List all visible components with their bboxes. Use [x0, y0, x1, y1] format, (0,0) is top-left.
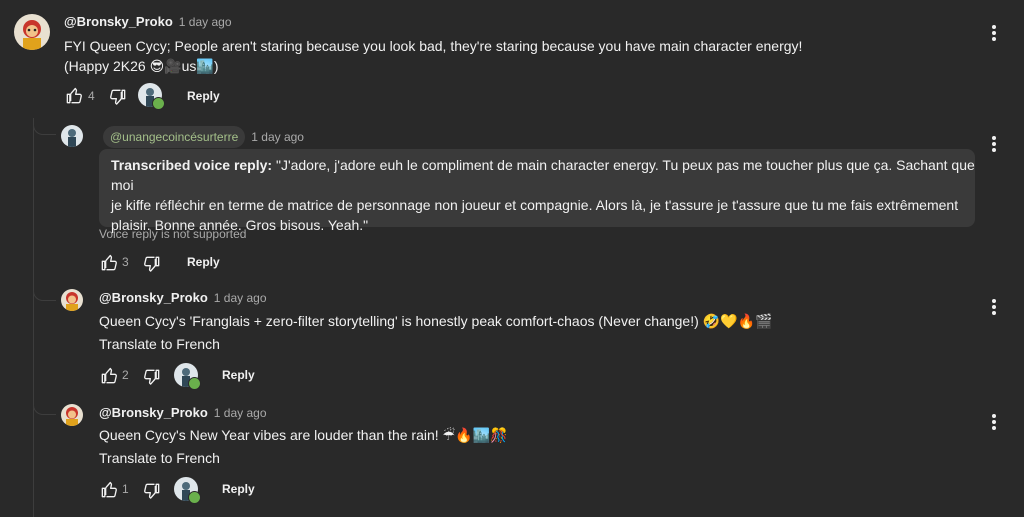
thumbs-down-icon[interactable]	[142, 481, 162, 501]
voice-reply-label: Transcribed voice reply:	[111, 157, 273, 173]
thread-connector	[33, 398, 56, 415]
avatar[interactable]	[61, 404, 83, 426]
like-count: 3	[122, 255, 129, 269]
like-count: 4	[88, 89, 95, 103]
reply-button[interactable]: Reply	[187, 255, 220, 269]
author-name[interactable]: @Bronsky_Proko	[99, 290, 208, 305]
comment-header: @unangecoincésurterre 1 day ago	[103, 126, 304, 148]
comment-header: @Bronsky_Proko 1 day ago	[64, 14, 232, 30]
comment-text: Queen Cycy's 'Franglais + zero-filter st…	[99, 313, 773, 329]
reply-button[interactable]: Reply	[187, 89, 220, 103]
reply-button[interactable]: Reply	[222, 368, 255, 382]
comment-text: FYI Queen Cycy; People aren't staring be…	[64, 38, 803, 54]
thread-connector	[33, 118, 56, 135]
translate-button[interactable]: Translate to French	[99, 449, 220, 467]
thumbs-down-icon[interactable]	[142, 367, 162, 387]
comment-header: @Bronsky_Proko 1 day ago	[99, 290, 267, 306]
timestamp[interactable]: 1 day ago	[251, 130, 304, 144]
thumbs-down-icon[interactable]	[108, 87, 128, 107]
more-vert-icon[interactable]	[991, 136, 997, 154]
timestamp[interactable]: 1 day ago	[179, 15, 232, 29]
avatar[interactable]	[14, 14, 50, 50]
transcript-line: je kiffe réfléchir en terme de matrice d…	[111, 197, 959, 213]
avatar[interactable]	[61, 289, 83, 311]
translate-button[interactable]: Translate to French	[99, 335, 220, 353]
creator-heart-icon	[138, 83, 165, 110]
like-count: 2	[122, 368, 129, 382]
voice-reply-transcript: Transcribed voice reply: "J'adore, j'ado…	[99, 149, 975, 233]
more-vert-icon[interactable]	[991, 25, 997, 43]
timestamp[interactable]: 1 day ago	[214, 406, 267, 420]
reply-button[interactable]: Reply	[222, 482, 255, 496]
creator-heart-icon	[174, 363, 201, 390]
thumbs-up-icon[interactable]	[99, 366, 119, 386]
like-count: 1	[122, 482, 129, 496]
thumbs-up-icon[interactable]	[64, 86, 84, 106]
thumbs-up-icon[interactable]	[99, 480, 119, 500]
comment-header: @Bronsky_Proko 1 day ago	[99, 405, 267, 421]
thumbs-down-icon[interactable]	[142, 254, 162, 274]
avatar[interactable]	[61, 125, 83, 147]
more-vert-icon[interactable]	[991, 414, 997, 432]
voice-unsupported-notice: Voice reply is not supported	[99, 227, 247, 241]
thread-line	[33, 118, 34, 517]
timestamp[interactable]: 1 day ago	[214, 291, 267, 305]
more-vert-icon[interactable]	[991, 299, 997, 317]
author-name[interactable]: @Bronsky_Proko	[64, 14, 173, 29]
creator-author-chip[interactable]: @unangecoincésurterre	[103, 126, 246, 148]
comment-text: (Happy 2K26 😎🎥us🏙️)	[64, 58, 219, 74]
creator-heart-icon	[174, 477, 201, 504]
comment-text: Queen Cycy's New Year vibes are louder t…	[99, 427, 508, 443]
thumbs-up-icon[interactable]	[99, 253, 119, 273]
author-name[interactable]: @Bronsky_Proko	[99, 405, 208, 420]
thread-connector	[33, 284, 56, 301]
